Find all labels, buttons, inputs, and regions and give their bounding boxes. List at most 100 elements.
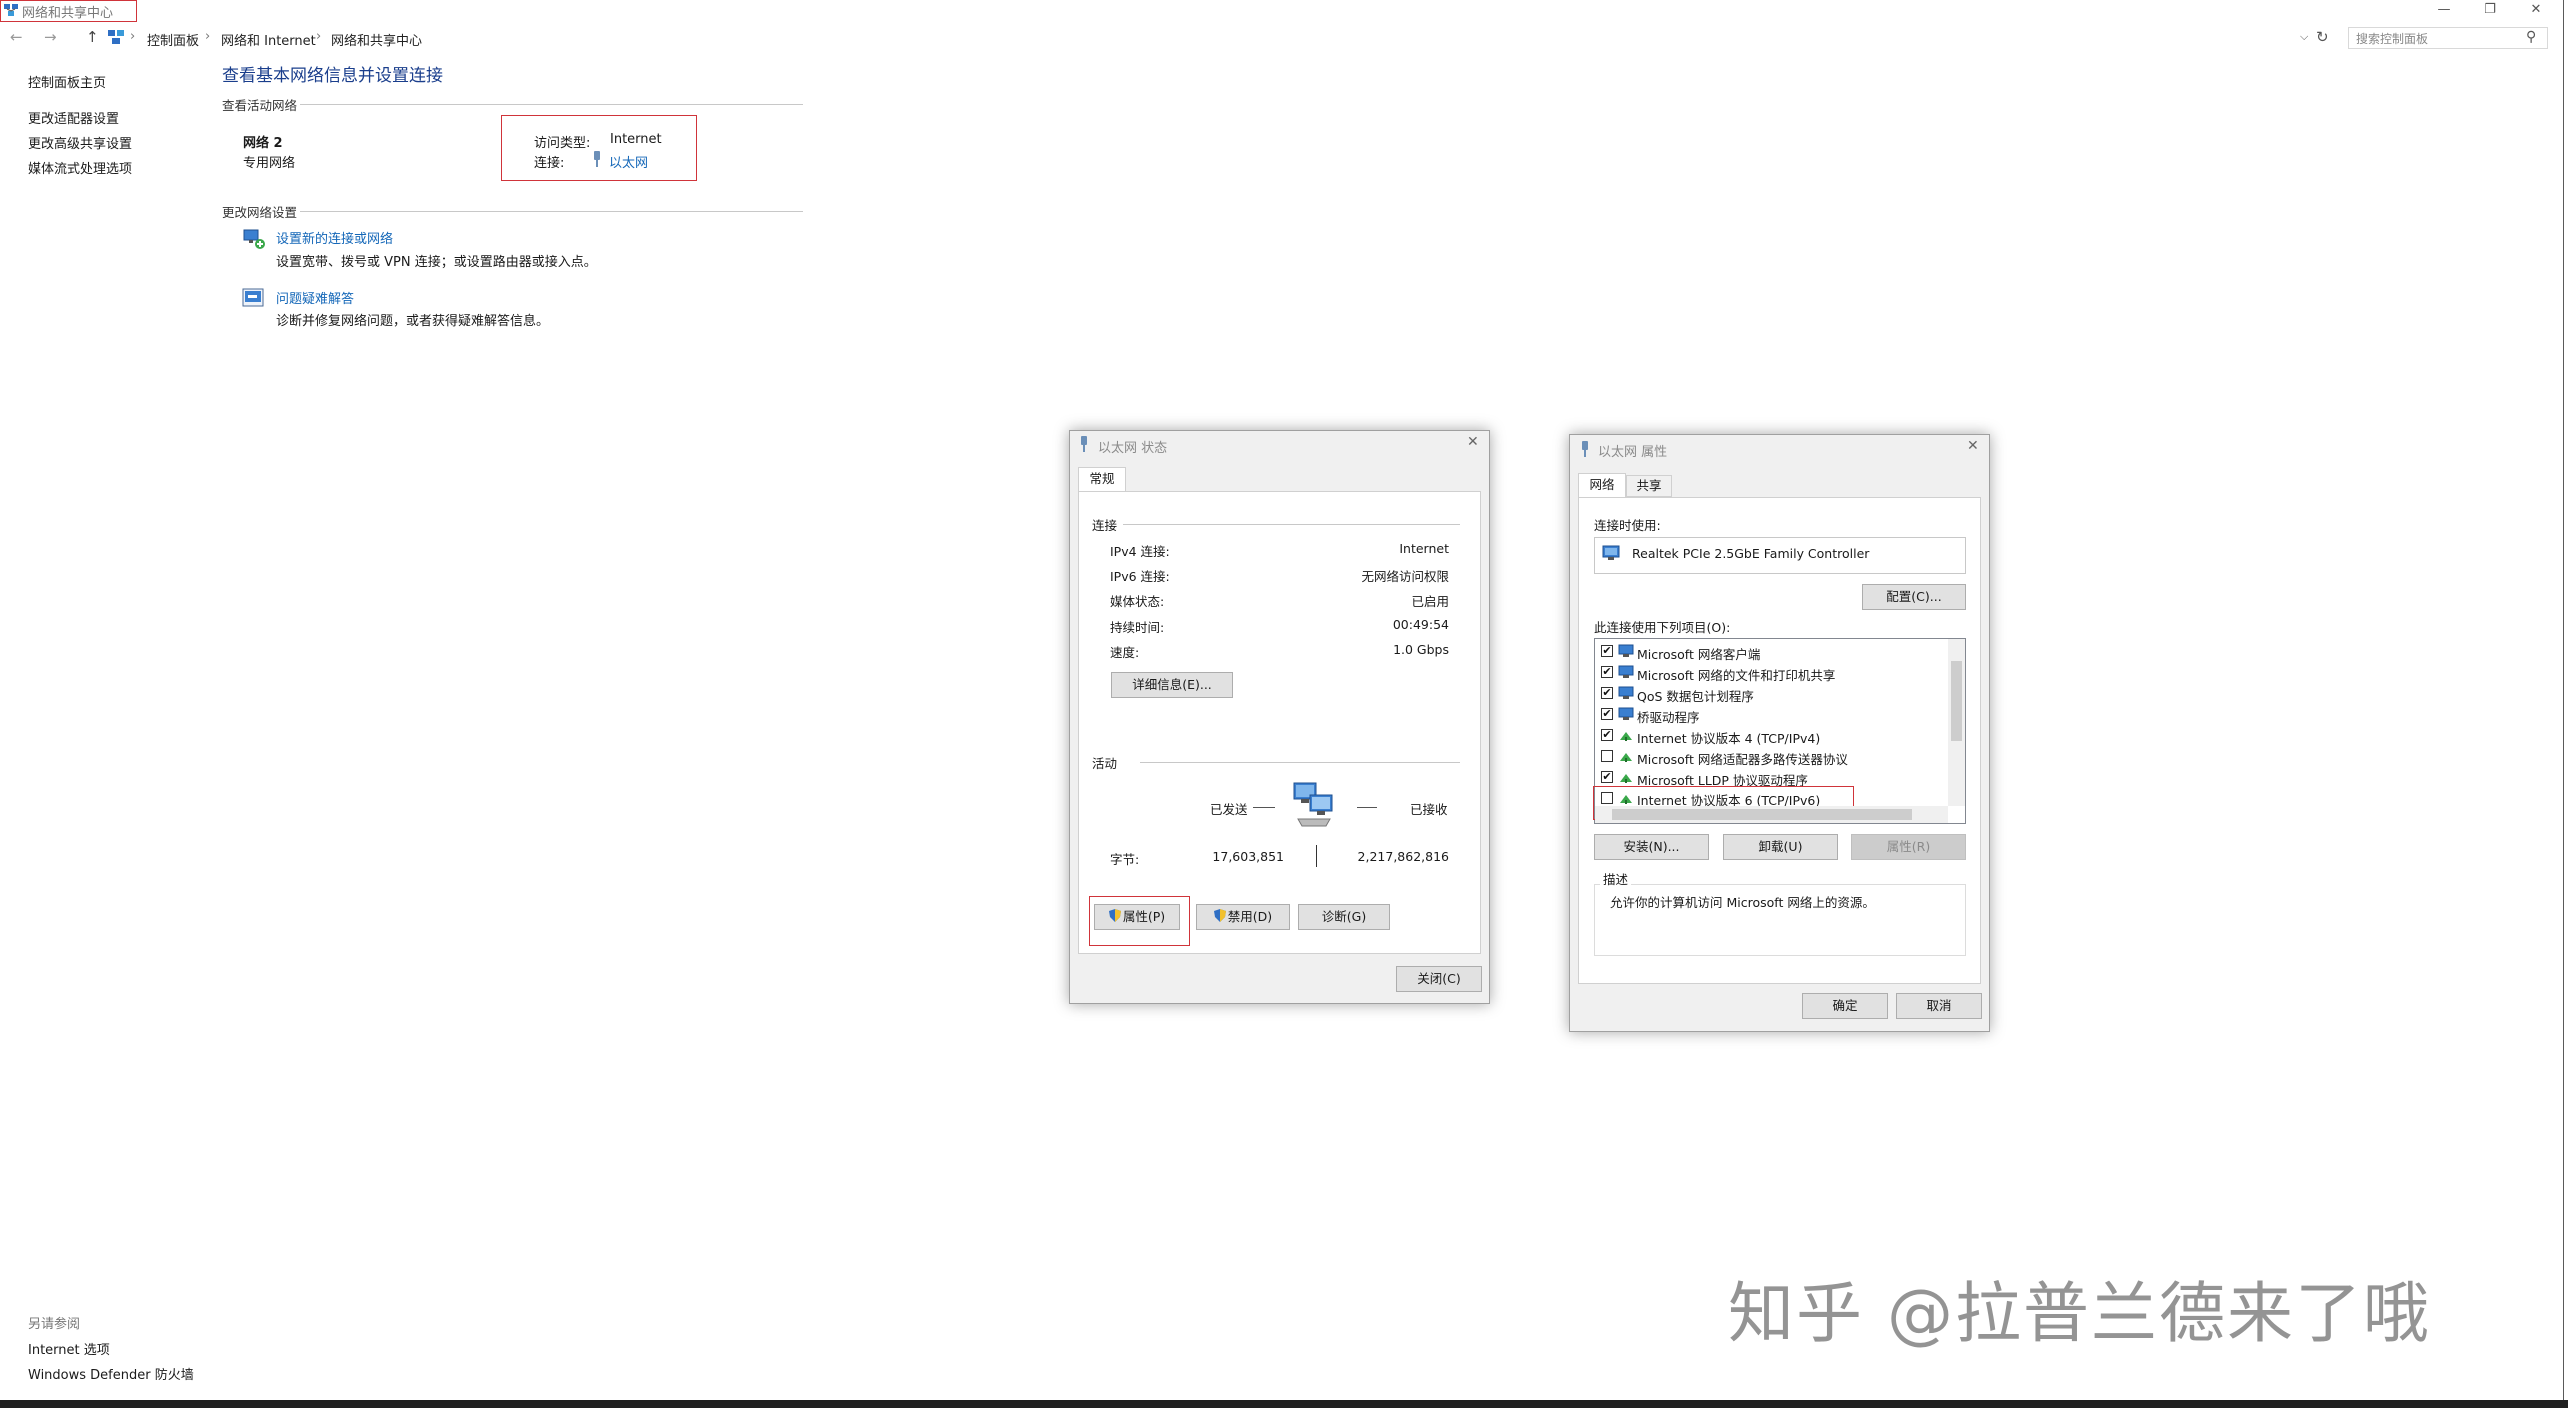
file-share-icon [1618,665,1634,679]
see-also-internet-options[interactable]: Internet 选项 [28,1339,110,1358]
watermark: 知乎 @拉普兰德来了哦 [1728,1275,2431,1352]
title-bar [0,0,2568,22]
divider [300,211,803,212]
troubleshoot-desc: 诊断并修复网络问题，或者获得疑难解答信息。 [276,314,550,329]
media-state-value: 已启用 [1411,594,1449,609]
adapter-name: Realtek PCIe 2.5GbE Family Controller [1632,546,1870,561]
minimize-button[interactable]: — [2421,0,2467,22]
media-state-label: 媒体状态: [1110,594,1165,609]
close-icon[interactable]: ✕ [1967,438,1979,454]
description-text: 允许你的计算机访问 Microsoft 网络上的资源。 [1610,895,1875,910]
disable-button[interactable]: 禁用(D) [1196,904,1290,930]
configure-button[interactable]: 配置(C)... [1862,584,1966,610]
ethernet-properties-title: 以太网 属性 [1598,445,1668,460]
highlight-box-title [0,0,137,22]
vertical-scrollbar-thumb[interactable] [1951,661,1962,741]
shield-icon [1213,906,1226,930]
breadcrumb-sep: › [130,29,136,44]
up-arrow-icon[interactable]: ↑ [86,28,99,46]
install-button[interactable]: 安装(N)... [1594,834,1709,860]
bytes-divider [1316,845,1317,867]
bytes-label: 字节: [1110,852,1140,867]
adapter-icon [1602,545,1620,565]
item-label[interactable]: QoS 数据包计划程序 [1637,686,1754,705]
breadcrumb-network-center[interactable]: 网络和共享中心 [331,30,422,49]
speed-value: 1.0 Gbps [1393,642,1449,657]
ethernet-properties-title-icon [1580,441,1590,461]
highlight-box-connection [501,115,697,181]
ethernet-status-title: 以太网 状态 [1098,441,1168,456]
item-checkbox[interactable]: ✔ [1601,645,1613,657]
sidebar-home-link[interactable]: 控制面板主页 [28,72,106,91]
protocol-icon [1618,749,1634,763]
taskbar [0,1400,2568,1408]
divider [300,104,803,105]
divider [1100,524,1460,525]
ipv4-value: Internet [1399,541,1449,556]
maximize-button[interactable]: ❐ [2467,0,2513,22]
breadcrumb-control-panel[interactable]: 控制面板 [147,30,199,49]
item-checkbox[interactable]: ✔ [1601,687,1613,699]
sidebar-link-adapter[interactable]: 更改适配器设置 [28,108,119,127]
sidebar-link-advanced-sharing[interactable]: 更改高级共享设置 [28,133,132,152]
sidebar-link-media-streaming[interactable]: 媒体流式处理选项 [28,158,132,177]
forward-arrow-icon[interactable]: → [44,28,57,46]
troubleshoot-icon [242,288,266,314]
refresh-icon[interactable]: ↻ [2316,28,2329,46]
tab-network[interactable]: 网络 [1578,473,1626,498]
close-icon[interactable]: ✕ [1467,434,1479,450]
protocol-icon [1618,770,1634,784]
item-label[interactable]: Microsoft 网络的文件和打印机共享 [1637,665,1835,684]
divider [1140,762,1460,763]
duration-label: 持续时间: [1110,620,1165,635]
uninstall-button[interactable]: 卸载(U) [1723,834,1838,860]
see-also-title: 另请参阅 [28,1317,81,1332]
network-type-link[interactable]: 专用网络 [243,152,295,171]
tab-general[interactable]: 常规 [1078,467,1126,492]
breadcrumb-network-internet[interactable]: 网络和 Internet [221,30,316,49]
item-label[interactable]: Microsoft 网络适配器多路传送器协议 [1637,749,1848,768]
item-properties-button[interactable]: 属性(R) [1851,834,1966,860]
speed-label: 速度: [1110,645,1140,660]
cancel-button[interactable]: 取消 [1896,993,1982,1019]
bridge-icon [1618,707,1634,721]
item-label[interactable]: 桥驱动程序 [1637,707,1700,726]
setup-connection-link[interactable]: 设置新的连接或网络 [276,228,393,247]
bytes-sent-value: 17,603,851 [1212,849,1284,864]
sent-dash [1253,807,1275,808]
disable-button-label: 禁用(D) [1227,909,1273,924]
see-also-firewall[interactable]: Windows Defender 防火墙 [28,1364,194,1383]
item-checkbox[interactable]: ✔ [1601,729,1613,741]
search-placeholder[interactable]: 搜索控制面板 [2356,30,2428,47]
diagnose-button[interactable]: 诊断(G) [1298,904,1390,930]
item-checkbox[interactable]: ✔ [1601,666,1613,678]
breadcrumb-sep: › [205,29,211,44]
back-arrow-icon[interactable]: ← [10,28,23,46]
new-connection-icon [242,228,266,254]
tab-sharing[interactable]: 共享 [1626,475,1672,497]
ok-button[interactable]: 确定 [1802,993,1888,1019]
horizontal-scrollbar-thumb[interactable] [1612,809,1912,820]
troubleshoot-link[interactable]: 问题疑难解答 [276,288,354,307]
address-dropdown-icon[interactable]: ⌵ [2300,30,2308,44]
bytes-received-value: 2,217,862,816 [1357,849,1449,864]
description-label: 描述 [1600,869,1632,888]
details-button[interactable]: 详细信息(E)... [1111,672,1233,698]
item-checkbox[interactable] [1601,750,1613,762]
item-label[interactable]: Microsoft 网络客户端 [1637,644,1760,663]
ipv6-label: IPv6 连接: [1110,569,1170,584]
active-network-header: 查看活动网络 [222,98,298,113]
item-checkbox[interactable]: ✔ [1601,771,1613,783]
close-window-button[interactable]: ✕ [2513,0,2559,22]
protocol-icon [1618,728,1634,742]
breadcrumb-sep: › [316,29,322,44]
search-icon[interactable]: ⚲ [2526,29,2536,45]
control-panel-icon [108,30,124,48]
close-button[interactable]: 关闭(C) [1396,966,1482,992]
page-title: 查看基本网络信息并设置连接 [222,66,443,86]
qos-icon [1618,686,1634,700]
ethernet-status-title-icon [1079,436,1089,456]
setup-connection-desc: 设置宽带、拨号或 VPN 连接；或设置路由器或接入点。 [276,255,597,270]
item-label[interactable]: Internet 协议版本 4 (TCP/IPv4) [1637,728,1820,747]
item-checkbox[interactable]: ✔ [1601,708,1613,720]
